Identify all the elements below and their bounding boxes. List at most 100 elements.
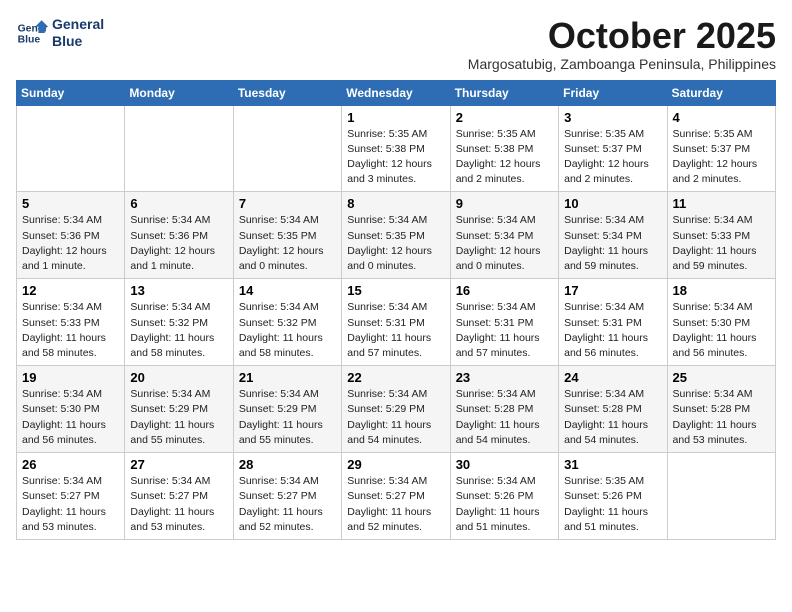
calendar-cell: 29Sunrise: 5:34 AM Sunset: 5:27 PM Dayli…: [342, 453, 450, 540]
day-number: 8: [347, 196, 444, 211]
calendar-cell: 15Sunrise: 5:34 AM Sunset: 5:31 PM Dayli…: [342, 279, 450, 366]
day-number: 30: [456, 457, 553, 472]
day-info: Sunrise: 5:34 AM Sunset: 5:32 PM Dayligh…: [130, 300, 227, 361]
calendar-cell: 9 Sunrise: 5:34 AM Sunset: 5:34 PM Daylig…: [450, 192, 558, 279]
calendar-cell: 8 Sunrise: 5:34 AM Sunset: 5:35 PM Daylig…: [342, 192, 450, 279]
calendar-cell: 6 Sunrise: 5:34 AM Sunset: 5:36 PM Daylig…: [125, 192, 233, 279]
day-info: Sunrise: 5:34 AM Sunset: 5:30 PM Dayligh…: [673, 300, 770, 361]
day-info: Sunrise: 5:34 AM Sunset: 5:34 PM Dayligh…: [456, 213, 553, 274]
weekday-header-thursday: Thursday: [450, 80, 558, 105]
calendar-cell: [17, 105, 125, 192]
calendar-cell: 20Sunrise: 5:34 AM Sunset: 5:29 PM Dayli…: [125, 366, 233, 453]
day-number: 26: [22, 457, 119, 472]
calendar-week-row: 19 Sunrise: 5:34 AM Sunset: 5:30 PM Dayli…: [17, 366, 776, 453]
day-info: Sunrise: 5:34 AM Sunset: 5:27 PM Dayligh…: [130, 474, 227, 535]
calendar-week-row: 1 Sunrise: 5:35 AM Sunset: 5:38 PM Daylig…: [17, 105, 776, 192]
day-info: Sunrise: 5:34 AM Sunset: 5:33 PM Dayligh…: [22, 300, 119, 361]
day-info: Sunrise: 5:34 AM Sunset: 5:29 PM Dayligh…: [130, 387, 227, 448]
day-number: 12: [22, 283, 119, 298]
location-subtitle: Margosatubig, Zamboanga Peninsula, Phili…: [468, 56, 776, 72]
month-title: October 2025: [468, 16, 776, 56]
calendar-cell: 19 Sunrise: 5:34 AM Sunset: 5:30 PM Dayli…: [17, 366, 125, 453]
calendar-cell: 27 Sunrise: 5:34 AM Sunset: 5:27 PM Dayli…: [125, 453, 233, 540]
day-info: Sunrise: 5:34 AM Sunset: 5:31 PM Dayligh…: [564, 300, 661, 361]
weekday-header-wednesday: Wednesday: [342, 80, 450, 105]
day-info: Sunrise: 5:34 AM Sunset: 5:31 PM Dayligh…: [456, 300, 553, 361]
day-number: 9: [456, 196, 553, 211]
day-info: Sunrise: 5:34 AM Sunset: 5:35 PM Dayligh…: [347, 213, 444, 274]
calendar-cell: 28 Sunrise: 5:34 AM Sunset: 5:27 PM Dayli…: [233, 453, 341, 540]
day-number: 29: [347, 457, 444, 472]
day-number: 31: [564, 457, 661, 472]
calendar-cell: 10Sunrise: 5:34 AM Sunset: 5:34 PM Dayli…: [559, 192, 667, 279]
day-info: Sunrise: 5:34 AM Sunset: 5:31 PM Dayligh…: [347, 300, 444, 361]
calendar-cell: 22 Sunrise: 5:34 AM Sunset: 5:29 PM Dayli…: [342, 366, 450, 453]
calendar-cell: 26Sunrise: 5:34 AM Sunset: 5:27 PM Dayli…: [17, 453, 125, 540]
svg-text:Blue: Blue: [18, 34, 41, 45]
day-number: 4: [673, 110, 770, 125]
calendar-cell: 12 Sunrise: 5:34 AM Sunset: 5:33 PM Dayli…: [17, 279, 125, 366]
day-number: 22: [347, 370, 444, 385]
weekday-header-monday: Monday: [125, 80, 233, 105]
day-info: Sunrise: 5:34 AM Sunset: 5:30 PM Dayligh…: [22, 387, 119, 448]
day-info: Sunrise: 5:34 AM Sunset: 5:32 PM Dayligh…: [239, 300, 336, 361]
weekday-header-sunday: Sunday: [17, 80, 125, 105]
day-number: 6: [130, 196, 227, 211]
day-number: 19: [22, 370, 119, 385]
weekday-header-saturday: Saturday: [667, 80, 775, 105]
calendar-cell: 11 Sunrise: 5:34 AM Sunset: 5:33 PM Dayli…: [667, 192, 775, 279]
calendar-cell: 4Sunrise: 5:35 AM Sunset: 5:37 PM Daylig…: [667, 105, 775, 192]
weekday-header-tuesday: Tuesday: [233, 80, 341, 105]
calendar-cell: 24Sunrise: 5:34 AM Sunset: 5:28 PM Dayli…: [559, 366, 667, 453]
logo-icon: General Blue: [16, 17, 48, 49]
day-number: 14: [239, 283, 336, 298]
day-number: 27: [130, 457, 227, 472]
day-number: 13: [130, 283, 227, 298]
day-number: 17: [564, 283, 661, 298]
day-info: Sunrise: 5:35 AM Sunset: 5:26 PM Dayligh…: [564, 474, 661, 535]
day-number: 2: [456, 110, 553, 125]
calendar-cell: [125, 105, 233, 192]
calendar-cell: 18 Sunrise: 5:34 AM Sunset: 5:30 PM Dayli…: [667, 279, 775, 366]
calendar-cell: [667, 453, 775, 540]
day-number: 23: [456, 370, 553, 385]
page-header: General Blue General Blue October 2025 M…: [16, 16, 776, 72]
calendar-cell: [233, 105, 341, 192]
calendar-cell: 7Sunrise: 5:34 AM Sunset: 5:35 PM Daylig…: [233, 192, 341, 279]
day-info: Sunrise: 5:34 AM Sunset: 5:29 PM Dayligh…: [347, 387, 444, 448]
day-info: Sunrise: 5:35 AM Sunset: 5:38 PM Dayligh…: [456, 127, 553, 188]
day-number: 16: [456, 283, 553, 298]
day-info: Sunrise: 5:34 AM Sunset: 5:36 PM Dayligh…: [22, 213, 119, 274]
calendar-cell: 31 Sunrise: 5:35 AM Sunset: 5:26 PM Dayli…: [559, 453, 667, 540]
calendar-cell: 17 Sunrise: 5:34 AM Sunset: 5:31 PM Dayli…: [559, 279, 667, 366]
day-info: Sunrise: 5:34 AM Sunset: 5:28 PM Dayligh…: [456, 387, 553, 448]
calendar-cell: 14 Sunrise: 5:34 AM Sunset: 5:32 PM Dayli…: [233, 279, 341, 366]
day-info: Sunrise: 5:34 AM Sunset: 5:33 PM Dayligh…: [673, 213, 770, 274]
day-info: Sunrise: 5:34 AM Sunset: 5:26 PM Dayligh…: [456, 474, 553, 535]
day-number: 1: [347, 110, 444, 125]
calendar-cell: 21Sunrise: 5:34 AM Sunset: 5:29 PM Dayli…: [233, 366, 341, 453]
day-info: Sunrise: 5:34 AM Sunset: 5:35 PM Dayligh…: [239, 213, 336, 274]
day-number: 28: [239, 457, 336, 472]
day-info: Sunrise: 5:34 AM Sunset: 5:34 PM Dayligh…: [564, 213, 661, 274]
day-info: Sunrise: 5:35 AM Sunset: 5:37 PM Dayligh…: [564, 127, 661, 188]
logo: General Blue General Blue: [16, 16, 104, 50]
day-number: 25: [673, 370, 770, 385]
calendar-cell: 23 Sunrise: 5:34 AM Sunset: 5:28 PM Dayli…: [450, 366, 558, 453]
calendar-cell: 5Sunrise: 5:34 AM Sunset: 5:36 PM Daylig…: [17, 192, 125, 279]
calendar-week-row: 26 Sunrise: 5:34 AM Sunset: 5:27 PM Dayli…: [17, 453, 776, 540]
day-info: Sunrise: 5:34 AM Sunset: 5:28 PM Dayligh…: [673, 387, 770, 448]
day-number: 11: [673, 196, 770, 211]
day-info: Sunrise: 5:34 AM Sunset: 5:27 PM Dayligh…: [239, 474, 336, 535]
calendar-cell: 3 Sunrise: 5:35 AM Sunset: 5:37 PM Daylig…: [559, 105, 667, 192]
calendar-cell: 25 Sunrise: 5:34 AM Sunset: 5:28 PM Dayli…: [667, 366, 775, 453]
calendar-table: SundayMondayTuesdayWednesdayThursdayFrid…: [16, 80, 776, 540]
logo-text-line1: General: [52, 16, 104, 33]
weekday-header-friday: Friday: [559, 80, 667, 105]
calendar-cell: 16 Sunrise: 5:34 AM Sunset: 5:31 PM Dayli…: [450, 279, 558, 366]
day-number: 18: [673, 283, 770, 298]
day-info: Sunrise: 5:34 AM Sunset: 5:36 PM Dayligh…: [130, 213, 227, 274]
logo-text-line2: Blue: [52, 33, 104, 50]
calendar-cell: 1Sunrise: 5:35 AM Sunset: 5:38 PM Daylig…: [342, 105, 450, 192]
day-number: 3: [564, 110, 661, 125]
